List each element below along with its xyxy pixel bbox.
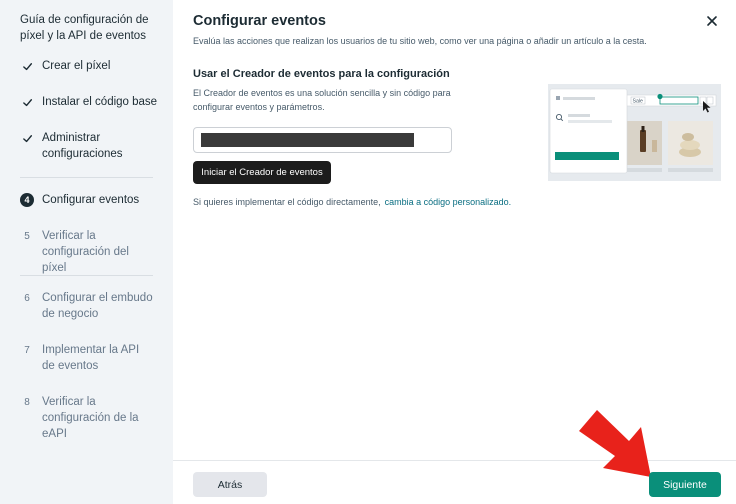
step-number: 5	[24, 230, 30, 242]
sidebar-step-label: Verificar la configuración de la eAPI	[42, 396, 139, 440]
custom-code-hint-text: Si quieres implementar el código directa…	[193, 197, 381, 207]
sidebar-step-embudo[interactable]: 6 Configurar el embudo de negocio	[20, 290, 165, 322]
sidebar-step-administrar[interactable]: Administrar configuraciones	[20, 130, 165, 162]
back-button[interactable]: Atrás	[193, 472, 267, 497]
sidebar-step-label: Implementar la API de eventos	[42, 344, 140, 372]
section-description: El Creador de eventos es una solución se…	[193, 88, 451, 112]
sidebar-step-configurar-eventos[interactable]: 4 Configurar eventos	[20, 192, 165, 208]
check-icon	[20, 131, 34, 145]
start-event-setup-button[interactable]: Iniciar el Creador de eventos	[193, 161, 331, 184]
redacted-url	[201, 133, 414, 147]
custom-code-link[interactable]: cambia a código personalizado.	[385, 197, 512, 207]
sidebar-step-label: Crear el píxel	[42, 60, 111, 72]
sidebar-step-verificar-eapi[interactable]: 8 Verificar la configuración de la eAPI	[20, 394, 165, 442]
website-url-field[interactable]	[193, 127, 452, 153]
sidebar-step-label: Configurar eventos	[42, 194, 140, 206]
step-number: 6	[24, 292, 30, 304]
close-icon[interactable]	[704, 13, 720, 29]
setup-guide-sidebar: Guía de configuración de píxel y la API …	[0, 0, 173, 504]
sidebar-divider	[20, 275, 153, 276]
check-icon	[20, 95, 34, 109]
event-setup-illustration: Sale	[548, 84, 721, 181]
page-title: Configurar eventos	[193, 13, 326, 29]
sale-label: Sale	[633, 99, 643, 105]
sidebar-step-label: Configurar el embudo de negocio	[42, 292, 153, 320]
sidebar-step-label: Instalar el código base	[42, 96, 158, 108]
sidebar-step-verificar-pixel[interactable]: 5 Verificar la configuración del píxel	[20, 228, 165, 276]
sidebar-divider	[20, 177, 153, 178]
sidebar-step-api-eventos[interactable]: 7 Implementar la API de eventos	[20, 342, 165, 374]
sidebar-step-crear-pixel[interactable]: Crear el píxel	[20, 58, 165, 74]
step-number-badge: 4	[20, 193, 34, 207]
custom-code-hint: Si quieres implementar el código directa…	[193, 197, 511, 207]
sidebar-step-label: Administrar configuraciones	[42, 132, 123, 160]
check-icon	[20, 59, 34, 73]
section-title: Usar el Creador de eventos para la confi…	[193, 68, 450, 80]
page-subtitle: Evalúa las acciones que realizan los usu…	[193, 36, 647, 46]
step-number: 7	[24, 344, 30, 356]
sidebar-step-label: Verificar la configuración del píxel	[42, 230, 129, 274]
sidebar-step-instalar-codigo[interactable]: Instalar el código base	[20, 94, 165, 110]
red-arrow-icon	[575, 405, 665, 480]
step-number: 8	[24, 396, 30, 408]
next-button[interactable]: Siguiente	[649, 472, 721, 497]
sidebar-title: Guía de configuración de píxel y la API …	[20, 14, 149, 42]
